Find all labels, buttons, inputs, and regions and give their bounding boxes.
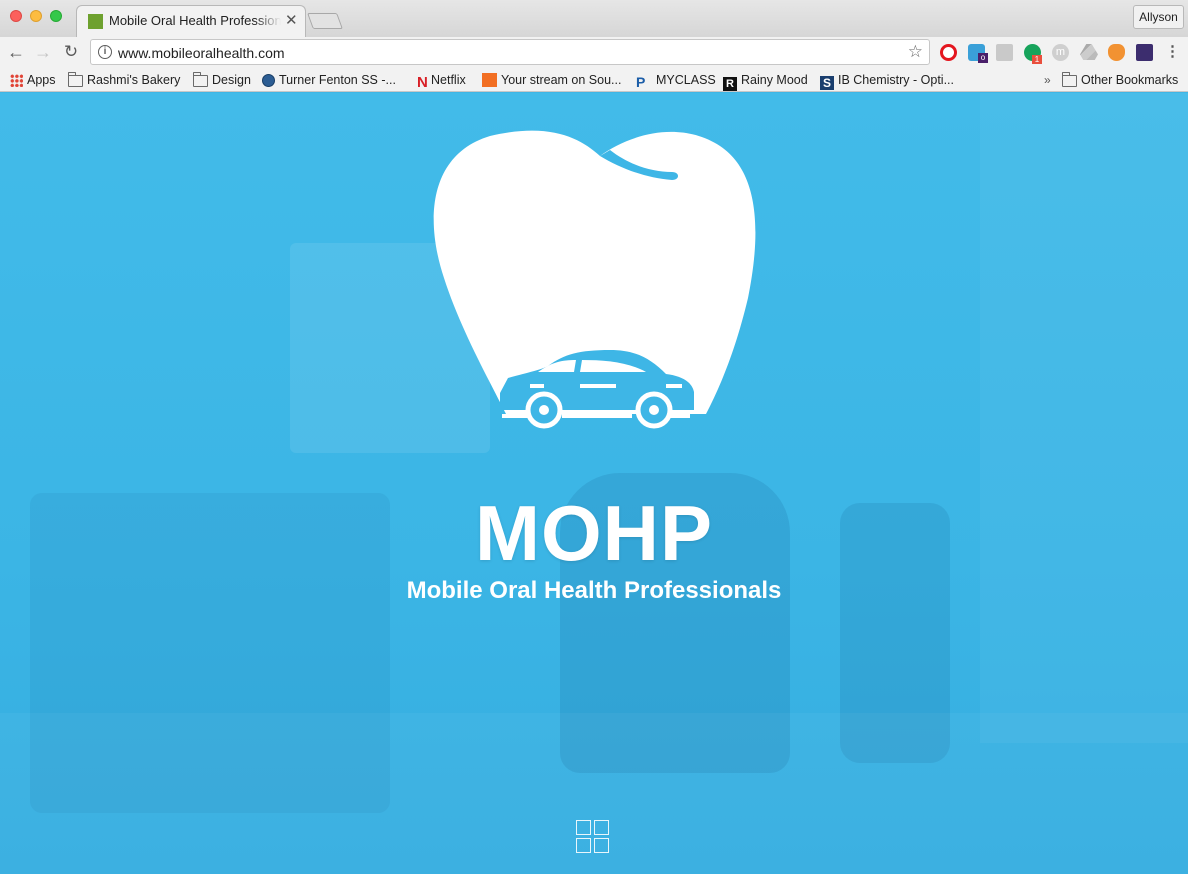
folder-icon	[193, 72, 208, 87]
bookmark-label: MYCLASS	[656, 73, 716, 87]
netflix-icon: N	[417, 74, 428, 91]
bookmark-label: Your stream on Sou...	[501, 73, 622, 87]
close-window-button[interactable]	[10, 10, 22, 22]
apps-grid-icon	[10, 74, 23, 87]
opera-vpn-icon[interactable]	[940, 44, 957, 61]
bookmark-star-icon[interactable]: ☆	[908, 42, 923, 62]
forward-button[interactable]: →	[32, 41, 54, 63]
maximize-window-button[interactable]	[50, 10, 62, 22]
photo-extension-icon[interactable]	[996, 44, 1013, 61]
night-extension-icon[interactable]	[1136, 44, 1153, 61]
bookmark-design[interactable]: Design	[193, 72, 251, 88]
bookmark-ib-chemistry[interactable]: S IB Chemistry - Opti...	[820, 72, 954, 90]
tooth-car-logo-icon	[433, 130, 756, 429]
bookmarks-bar: Apps Rashmi's Bakery Design Turner Fento…	[0, 68, 1188, 92]
address-bar[interactable]: i www.mobileoralhealth.com ☆	[90, 39, 930, 65]
hero-section: MOHP Mobile Oral Health Professionals	[0, 93, 1188, 874]
browser-tab-active[interactable]: Mobile Oral Health Professionals ✕	[76, 5, 306, 37]
m-extension-icon[interactable]: m	[1052, 44, 1069, 61]
hootsuite-badge: o	[978, 53, 988, 63]
bookmark-label: Other Bookmarks	[1081, 73, 1179, 87]
bookmark-label: Design	[212, 73, 251, 87]
fox-extension-icon[interactable]	[1108, 44, 1125, 61]
tab-strip: Mobile Oral Health Professionals ✕ Allys…	[0, 0, 1188, 37]
background-wall	[980, 93, 1188, 743]
rainy-mood-icon: R	[723, 77, 737, 91]
bookmark-label: Netflix	[431, 73, 466, 87]
bookmark-soundcloud[interactable]: Your stream on Sou...	[482, 72, 621, 88]
bookmarks-overflow-chevron-icon[interactable]: »	[1044, 72, 1051, 88]
url-text[interactable]: www.mobileoralhealth.com	[118, 45, 285, 61]
soundcloud-icon	[482, 73, 497, 87]
bookmark-label: Turner Fenton SS -...	[279, 73, 396, 87]
new-tab-button[interactable]	[307, 13, 343, 29]
tab-close-icon[interactable]: ✕	[285, 11, 298, 29]
folder-icon	[1062, 72, 1077, 87]
reload-button[interactable]: ↻	[60, 41, 82, 63]
grid-menu-icon[interactable]	[576, 820, 612, 856]
bookmark-apps[interactable]: Apps	[10, 72, 56, 88]
site-favicon-icon	[88, 14, 103, 29]
minimize-window-button[interactable]	[30, 10, 42, 22]
bookmark-label: Rashmi's Bakery	[87, 73, 181, 87]
tab-title: Mobile Oral Health Professionals	[109, 13, 281, 28]
folder-icon	[68, 72, 83, 87]
site-info-icon[interactable]: i	[98, 45, 112, 59]
bookmark-myclass[interactable]: P MYCLASS	[636, 72, 716, 90]
bookmark-turner-fenton[interactable]: Turner Fenton SS -...	[262, 72, 396, 88]
page-subtitle: Mobile Oral Health Professionals	[406, 577, 782, 604]
grammarly-badge: 1	[1032, 55, 1042, 64]
bookmark-label: Apps	[27, 73, 56, 87]
bookmark-label: Rainy Mood	[741, 73, 808, 87]
back-button[interactable]: ←	[5, 41, 27, 63]
school-globe-icon	[262, 74, 275, 87]
page-title: MOHP	[475, 489, 713, 577]
google-drive-icon[interactable]	[1080, 44, 1098, 60]
bookmark-label: IB Chemistry - Opti...	[838, 73, 954, 87]
bookmark-netflix[interactable]: N Netflix	[417, 72, 466, 91]
profile-button[interactable]: Allyson	[1133, 5, 1184, 29]
myclass-icon: P	[636, 74, 646, 90]
browser-menu-icon[interactable]: ⋮	[1165, 43, 1180, 61]
browser-toolbar: ← → ↻ i www.mobileoralhealth.com ☆ m ⋮	[0, 37, 1188, 68]
bookmark-rashmis-bakery[interactable]: Rashmi's Bakery	[68, 72, 180, 88]
bookmark-rainy-mood[interactable]: R Rainy Mood	[723, 72, 808, 91]
bookmark-other-bookmarks[interactable]: Other Bookmarks	[1062, 72, 1178, 88]
ib-chemistry-icon: S	[820, 76, 834, 90]
